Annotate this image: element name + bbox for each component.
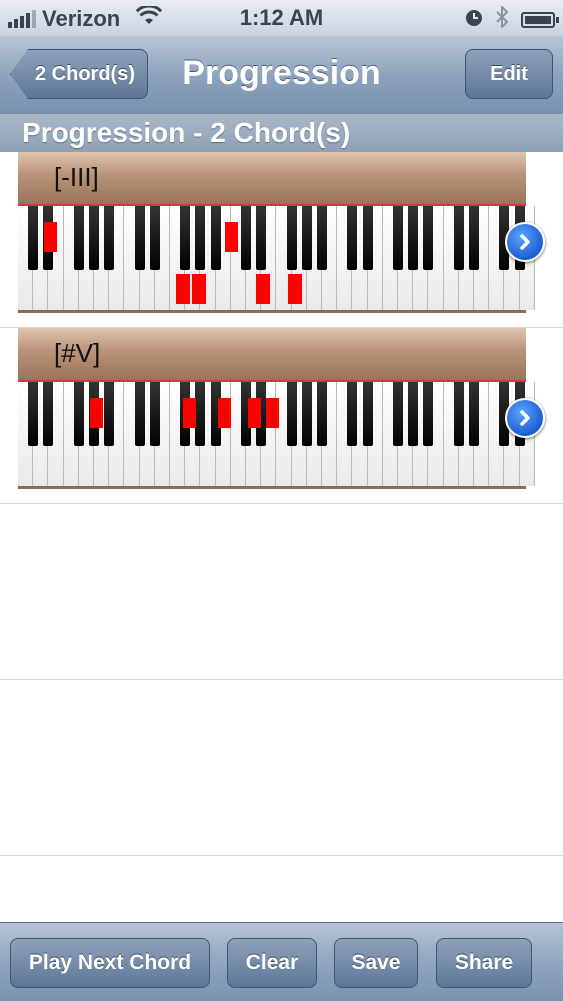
navigation-bar: 2 Chord(s) Progression Edit — [0, 36, 563, 115]
bluetooth-icon — [495, 4, 509, 34]
disclosure-button[interactable] — [505, 398, 545, 438]
pressed-key-marker — [218, 398, 231, 428]
black-key — [195, 206, 206, 270]
disclosure-button[interactable] — [505, 222, 545, 262]
black-key — [104, 206, 115, 270]
alarm-icon — [465, 7, 483, 33]
piano-keyboard: [#V] — [18, 328, 535, 489]
black-key — [362, 206, 373, 270]
pressed-key-marker — [248, 398, 261, 428]
black-key — [469, 382, 479, 446]
pressed-key-marker — [176, 274, 190, 304]
play-next-chord-button[interactable]: Play Next Chord — [10, 938, 210, 988]
chord-name: [#V] — [54, 338, 101, 368]
black-key — [469, 206, 479, 270]
black-key — [89, 206, 99, 270]
chevron-right-icon — [520, 410, 530, 426]
black-key — [408, 206, 419, 270]
black-key — [362, 382, 373, 446]
pressed-key-marker — [192, 274, 206, 304]
piano-header: [#V] — [18, 328, 526, 382]
edit-button[interactable]: Edit — [465, 49, 553, 99]
black-key — [73, 382, 84, 446]
battery-icon — [521, 12, 559, 28]
bottom-toolbar: Play Next Chord Clear Save Share — [0, 922, 563, 1001]
save-button[interactable]: Save — [334, 938, 418, 988]
black-key — [286, 206, 297, 270]
black-key — [241, 206, 251, 270]
piano-header: [-III] — [18, 152, 526, 206]
black-key — [393, 206, 403, 270]
black-key — [301, 206, 312, 270]
black-key — [347, 382, 358, 446]
black-key — [301, 382, 312, 446]
black-key — [134, 382, 145, 446]
black-key — [453, 382, 464, 446]
black-key — [347, 206, 358, 270]
empty-row — [0, 504, 563, 680]
piano-keyboard: [-III] — [18, 152, 535, 313]
chevron-right-icon — [520, 234, 530, 250]
pressed-key-marker — [266, 398, 279, 428]
chord-row[interactable]: [-III] — [0, 152, 563, 328]
pressed-key-marker — [225, 222, 238, 252]
pressed-key-marker — [44, 222, 57, 252]
keys — [18, 382, 535, 489]
section-header: Progression - 2 Chord(s) — [0, 114, 563, 152]
black-key — [73, 206, 84, 270]
pressed-key-marker — [90, 398, 103, 428]
chord-row[interactable]: [#V] — [0, 328, 563, 504]
black-key — [210, 206, 221, 270]
black-key — [180, 206, 191, 270]
chord-name: [-III] — [54, 162, 99, 192]
black-key — [317, 206, 327, 270]
black-key — [423, 206, 434, 270]
black-key — [317, 382, 327, 446]
empty-row — [0, 680, 563, 856]
keys — [18, 206, 535, 313]
black-key — [453, 206, 464, 270]
black-key — [43, 382, 54, 446]
black-key — [134, 206, 145, 270]
black-key — [28, 206, 39, 270]
share-button[interactable]: Share — [436, 938, 532, 988]
pressed-key-marker — [183, 398, 196, 428]
pressed-key-marker — [256, 274, 270, 304]
black-key — [149, 382, 160, 446]
black-key — [104, 382, 115, 446]
black-key — [286, 382, 297, 446]
black-key — [423, 382, 434, 446]
black-key — [195, 382, 206, 446]
black-key — [408, 382, 419, 446]
clear-button[interactable]: Clear — [227, 938, 317, 988]
black-key — [149, 206, 160, 270]
black-key — [256, 206, 267, 270]
black-key — [393, 382, 403, 446]
black-key — [28, 382, 39, 446]
status-bar: Verizon 1:12 AM — [0, 0, 563, 36]
pressed-key-marker — [288, 274, 302, 304]
